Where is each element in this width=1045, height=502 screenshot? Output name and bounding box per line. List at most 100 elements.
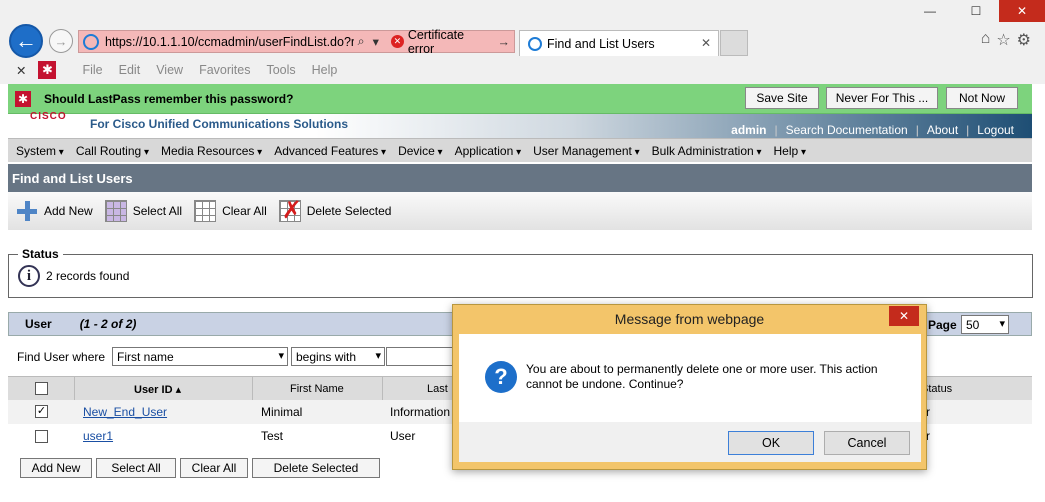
row-checkbox[interactable] <box>35 430 48 443</box>
browser-tab[interactable]: Find and List Users ✕ <box>519 30 719 56</box>
select-all-label: Select All <box>132 204 183 218</box>
select-all-icon <box>104 200 127 222</box>
menu-edit[interactable]: Edit <box>119 63 141 77</box>
dialog-message: You are about to permanently delete one … <box>526 362 878 391</box>
tab-title: Find and List Users <box>547 36 655 51</box>
select-all-bottom-button[interactable]: Select All <box>96 458 176 478</box>
delete-selected-label: Delete Selected <box>306 204 392 218</box>
find-field-select[interactable]: First name <box>112 347 288 366</box>
last-name-cell: User <box>390 429 416 443</box>
not-now-button[interactable]: Not Now <box>946 87 1018 109</box>
menu-device[interactable]: Device <box>398 144 443 158</box>
address-bar[interactable]: https://10.1.1.10/ccmadmin/userFindList.… <box>78 28 515 56</box>
row-checkbox[interactable]: ✓ <box>35 405 48 418</box>
close-tab-icon[interactable]: ✕ <box>701 36 711 50</box>
find-condition-select[interactable]: begins with <box>291 347 385 366</box>
logout-link[interactable]: Logout <box>969 123 1022 137</box>
save-site-button[interactable]: Save Site <box>745 87 819 109</box>
url-text[interactable]: https://10.1.1.10/ccmadmin/userFindList.… <box>105 35 354 49</box>
dialog-close-button[interactable]: ✕ <box>889 306 919 326</box>
main-menu-bar: System Call Routing Media Resources Adva… <box>8 138 1032 162</box>
last-name-cell: Information <box>390 405 451 419</box>
column-divider <box>74 377 75 401</box>
home-icon[interactable]: ⌂ <box>981 30 991 50</box>
never-for-this-button[interactable]: Never For This ... <box>826 87 938 109</box>
ie-icon <box>528 36 542 51</box>
search-documentation-link[interactable]: Search Documentation <box>778 123 916 137</box>
status-text: 2 records found <box>46 269 130 283</box>
user-section-range: (1 - 2 of 2) <box>79 317 137 331</box>
question-icon: ? <box>485 361 517 393</box>
gear-icon[interactable]: ⚙ <box>1017 30 1031 50</box>
menu-help[interactable]: Help <box>774 144 807 158</box>
ok-button[interactable]: OK <box>728 431 814 455</box>
lastpass-icon[interactable]: ✱ <box>38 61 57 79</box>
select-all-checkbox[interactable] <box>35 382 48 395</box>
menu-bulk-administration[interactable]: Bulk Administration <box>652 144 762 158</box>
menu-file[interactable]: File <box>82 63 102 77</box>
browser-menu-bar: ✕ ✱ File Edit View Favorites Tools Help <box>0 58 1045 82</box>
first-name-cell: Minimal <box>261 405 303 419</box>
arrow-left-icon: ← <box>15 28 37 53</box>
menu-system[interactable]: System <box>16 144 64 158</box>
close-icon[interactable]: ✕ <box>16 63 26 78</box>
info-icon: i <box>18 265 40 287</box>
maximize-button[interactable]: ☐ <box>953 0 999 22</box>
clear-all-button[interactable]: Clear All <box>194 200 267 222</box>
red-x-icon: ✗ <box>281 197 302 224</box>
menu-application[interactable]: Application <box>455 144 522 158</box>
about-link[interactable]: About <box>919 123 966 137</box>
add-new-bottom-button[interactable]: Add New <box>20 458 92 478</box>
menu-help[interactable]: Help <box>312 63 338 77</box>
bottom-button-row: Add New Select All Clear All Delete Sele… <box>20 458 380 478</box>
find-condition-value: begins with <box>296 349 357 364</box>
new-tab-button[interactable] <box>720 30 748 56</box>
add-new-button[interactable]: Add New <box>16 200 93 222</box>
clear-all-icon <box>194 200 217 222</box>
star-icon[interactable]: ☆ <box>996 30 1010 50</box>
certificate-error-label[interactable]: Certificate error <box>408 28 494 56</box>
cisco-logo: CISCO <box>30 111 67 122</box>
close-window-button[interactable]: ✕ <box>999 0 1045 22</box>
dialog-body: ? You are about to permanently delete on… <box>459 334 921 422</box>
ie-icon <box>83 33 99 50</box>
dropdown-icon[interactable]: ▾ <box>373 34 379 49</box>
minimize-button[interactable]: — <box>907 0 953 22</box>
header-links: admin | Search Documentation | About | L… <box>723 123 1022 137</box>
rows-per-page-select[interactable]: 50 <box>961 315 1009 334</box>
menu-view[interactable]: View <box>156 63 183 77</box>
menu-advanced-features[interactable]: Advanced Features <box>274 144 386 158</box>
first-name-cell: Test <box>261 429 284 443</box>
select-all-button[interactable]: Select All <box>104 200 183 222</box>
forward-button[interactable]: → <box>49 29 73 53</box>
action-toolbar: Add New Select All Clear All ✗ Delete Se… <box>8 192 1032 230</box>
clear-all-label: Clear All <box>222 204 267 218</box>
cancel-button[interactable]: Cancel <box>824 431 910 455</box>
rows-per-page-value: 50 <box>966 317 980 332</box>
search-icon[interactable]: ⌕ <box>358 34 365 49</box>
close-icon: ✕ <box>898 309 910 323</box>
find-value-input[interactable] <box>386 347 456 366</box>
arrow-right-icon: → <box>54 33 68 49</box>
confirm-dialog: Message from webpage ✕ ? You are about t… <box>452 304 927 470</box>
status-box: i 2 records found <box>8 254 1033 298</box>
browser-right-icons: ⌂ ☆ ⚙ <box>981 30 1031 50</box>
delete-selected-bottom-button[interactable]: Delete Selected <box>252 458 380 478</box>
dialog-footer: OK Cancel <box>459 422 921 462</box>
clear-all-bottom-button[interactable]: Clear All <box>180 458 248 478</box>
menu-user-management[interactable]: User Management <box>533 144 640 158</box>
back-button[interactable]: ← <box>9 24 43 58</box>
delete-selected-button[interactable]: ✗ Delete Selected <box>278 197 392 224</box>
user-id-link[interactable]: New_End_User <box>83 405 167 419</box>
column-first-name[interactable]: First Name <box>290 383 344 395</box>
user-id-link[interactable]: user1 <box>83 429 113 443</box>
go-icon[interactable]: → <box>498 35 511 49</box>
menu-favorites[interactable]: Favorites <box>199 63 250 77</box>
menu-tools[interactable]: Tools <box>266 63 295 77</box>
menu-call-routing[interactable]: Call Routing <box>76 144 149 158</box>
column-user-id[interactable]: User ID ▴ <box>134 383 181 396</box>
window-controls: — ☐ ✕ <box>907 0 1045 26</box>
lastpass-bar: ✱ Should LastPass remember this password… <box>8 84 1032 114</box>
menu-media-resources[interactable]: Media Resources <box>161 144 262 158</box>
column-last[interactable]: Last <box>427 383 448 395</box>
